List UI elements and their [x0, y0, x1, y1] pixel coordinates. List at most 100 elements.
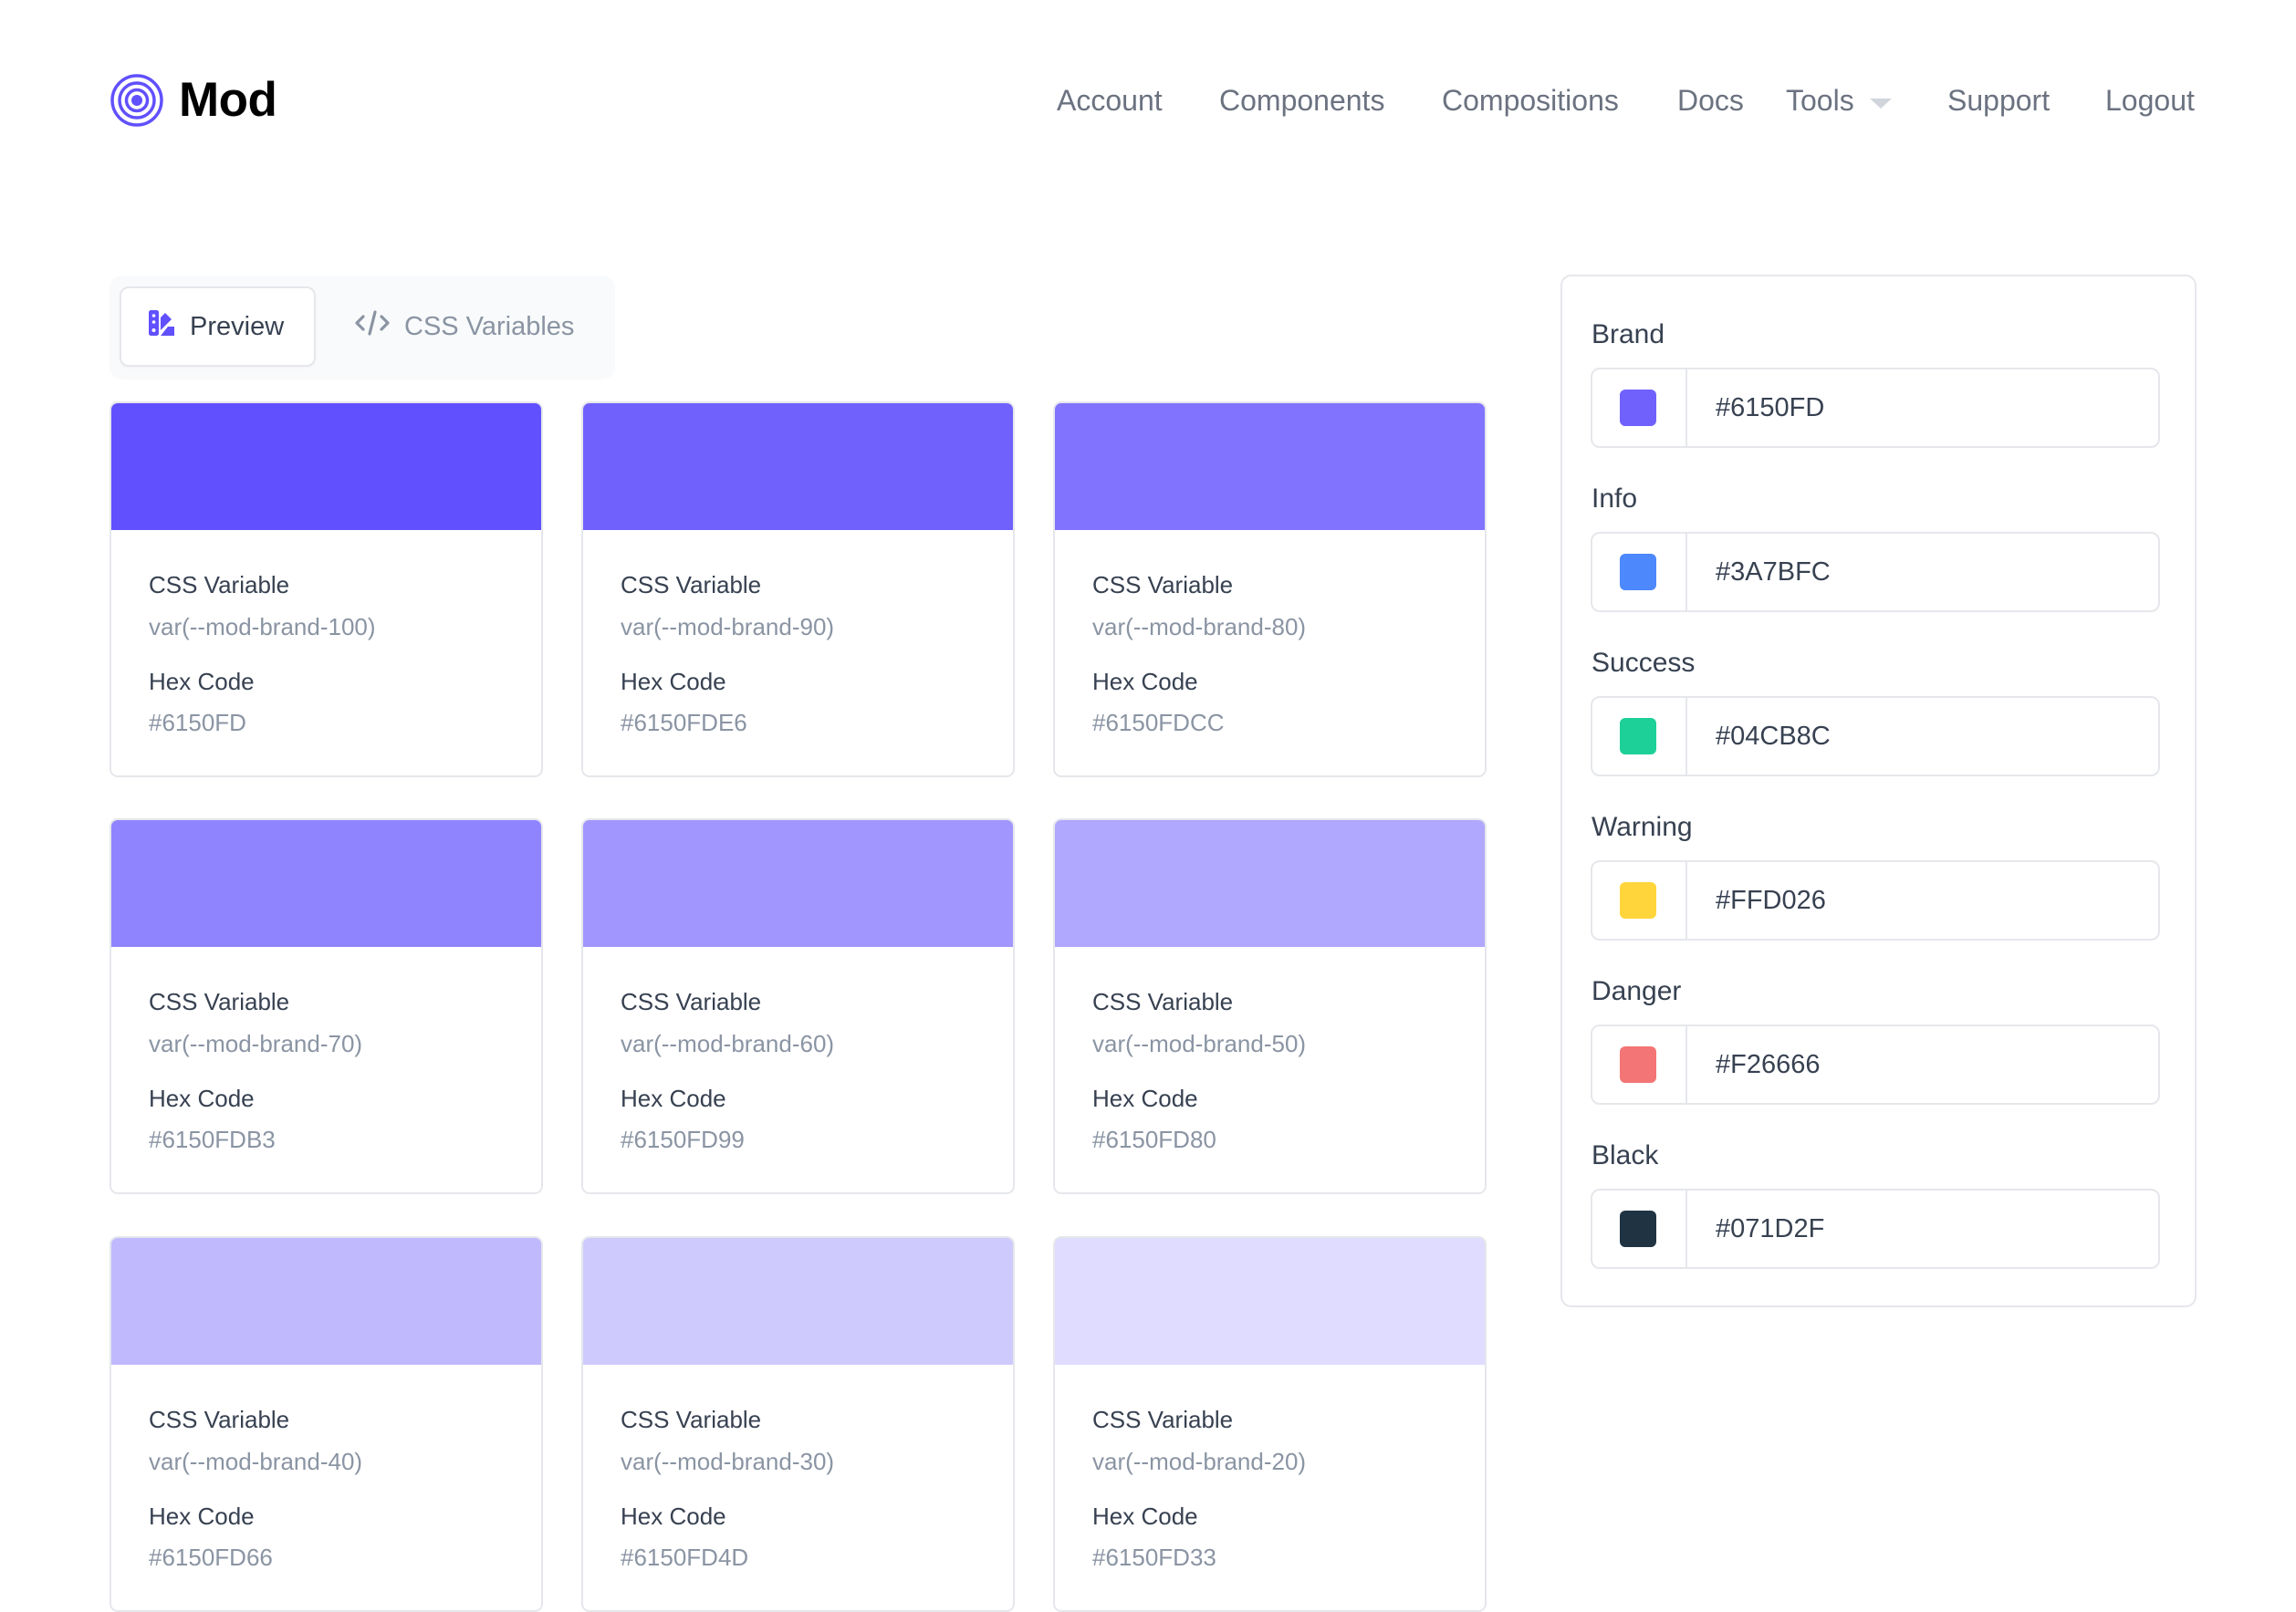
- color-picker-swatch[interactable]: [1620, 882, 1656, 919]
- hex-value[interactable]: #F26666: [1716, 1046, 1821, 1083]
- css-variable-value: var(--mod-brand-30): [621, 1448, 835, 1475]
- tab-preview-label: Preview: [190, 311, 285, 341]
- divider: [1685, 698, 1687, 775]
- view-tabs: Preview CSS Variables: [110, 276, 615, 380]
- css-variable-value: var(--mod-brand-80): [1092, 613, 1307, 640]
- color-card[interactable]: CSS Variable var(--mod-brand-100) Hex Code…: [110, 401, 543, 777]
- chevron-down-icon[interactable]: [1870, 99, 1892, 109]
- css-variable-value: var(--mod-brand-90): [621, 613, 835, 640]
- color-card[interactable]: CSS Variable var(--mod-brand-50) Hex Code #…: [1053, 818, 1487, 1194]
- nav-account[interactable]: Account: [1057, 82, 1163, 119]
- color-swatch: [1055, 820, 1485, 947]
- hex-code-label: Hex Code: [1092, 668, 1198, 695]
- css-variable-label: CSS Variable: [621, 988, 762, 1015]
- color-picker-swatch[interactable]: [1620, 554, 1656, 590]
- color-card[interactable]: CSS Variable var(--mod-brand-80) Hex Code #…: [1053, 401, 1487, 777]
- swatch-book-icon: [148, 309, 175, 344]
- css-variable-label: CSS Variable: [1092, 1406, 1234, 1433]
- color-swatch: [111, 403, 541, 530]
- color-label-success: Success: [1592, 648, 1696, 678]
- color-label-info: Info: [1592, 484, 1638, 514]
- css-variable-value: var(--mod-brand-50): [1092, 1030, 1307, 1057]
- hex-code-label: Hex Code: [1092, 1503, 1198, 1530]
- hex-code-label: Hex Code: [621, 1085, 726, 1112]
- css-variable-label: CSS Variable: [149, 571, 290, 598]
- css-variable-label: CSS Variable: [149, 988, 290, 1015]
- hex-code-label: Hex Code: [149, 1503, 255, 1530]
- color-swatch: [583, 403, 1013, 530]
- hex-value[interactable]: #071D2F: [1716, 1211, 1824, 1247]
- color-label-black: Black: [1592, 1140, 1659, 1170]
- divider: [1685, 369, 1687, 446]
- color-input-danger[interactable]: #F26666: [1591, 1024, 2160, 1105]
- css-variable-value: var(--mod-brand-100): [149, 613, 376, 640]
- mod-logo-icon[interactable]: [110, 74, 163, 127]
- hex-code-label: Hex Code: [621, 668, 726, 695]
- hex-code-value: #6150FD4D: [621, 1544, 749, 1571]
- hex-value[interactable]: #6150FD: [1716, 390, 1824, 426]
- color-input-success[interactable]: #04CB8C: [1591, 696, 2160, 776]
- css-variable-value: var(--mod-brand-70): [149, 1030, 363, 1057]
- nav-components[interactable]: Components: [1219, 82, 1384, 119]
- css-variable-label: CSS Variable: [1092, 988, 1234, 1015]
- hex-value[interactable]: #3A7BFC: [1716, 554, 1831, 590]
- color-card[interactable]: CSS Variable var(--mod-brand-30) Hex Code #…: [581, 1236, 1015, 1612]
- color-card[interactable]: CSS Variable var(--mod-brand-60) Hex Code #…: [581, 818, 1015, 1194]
- hex-code-value: #6150FD66: [149, 1544, 273, 1571]
- divider: [1685, 534, 1687, 610]
- palette-panel: Brand #6150FD Info #3A7BFC Success #04CB8C War…: [1560, 275, 2197, 1307]
- color-swatch: [583, 1238, 1013, 1365]
- nav-logout[interactable]: Logout: [2105, 82, 2195, 119]
- color-picker-swatch[interactable]: [1620, 718, 1656, 754]
- color-input-brand[interactable]: #6150FD: [1591, 368, 2160, 448]
- color-card[interactable]: CSS Variable var(--mod-brand-40) Hex Code #…: [110, 1236, 543, 1612]
- color-input-warning[interactable]: #FFD026: [1591, 860, 2160, 941]
- tab-preview[interactable]: Preview: [120, 286, 316, 367]
- hex-value[interactable]: #FFD026: [1716, 882, 1826, 919]
- hex-code-value: #6150FD: [149, 709, 246, 736]
- color-label-danger: Danger: [1592, 976, 1682, 1006]
- css-variable-label: CSS Variable: [149, 1406, 290, 1433]
- color-label-brand: Brand: [1592, 319, 1665, 349]
- brand-name[interactable]: Mod: [179, 71, 277, 130]
- hex-code-value: #6150FD99: [621, 1126, 745, 1153]
- color-label-warning: Warning: [1592, 812, 1693, 842]
- color-swatch: [583, 820, 1013, 947]
- tab-css-variables-label: CSS Variables: [404, 311, 575, 341]
- color-card[interactable]: CSS Variable var(--mod-brand-20) Hex Code #…: [1053, 1236, 1487, 1612]
- hex-code-label: Hex Code: [1092, 1085, 1198, 1112]
- hex-code-value: #6150FDCC: [1092, 709, 1225, 736]
- color-swatch: [111, 1238, 541, 1365]
- css-variable-value: var(--mod-brand-60): [621, 1030, 835, 1057]
- hex-code-label: Hex Code: [621, 1503, 726, 1530]
- hex-code-value: #6150FD33: [1092, 1544, 1216, 1571]
- divider: [1685, 1191, 1687, 1267]
- nav-tools[interactable]: Tools: [1786, 82, 1854, 119]
- css-variable-label: CSS Variable: [1092, 571, 1234, 598]
- nav-docs[interactable]: Docs: [1677, 82, 1744, 119]
- hex-code-value: #6150FDB3: [149, 1126, 276, 1153]
- color-swatch: [111, 820, 541, 947]
- css-variable-label: CSS Variable: [621, 571, 762, 598]
- hex-code-value: #6150FD80: [1092, 1126, 1216, 1153]
- hex-code-label: Hex Code: [149, 668, 255, 695]
- divider: [1685, 862, 1687, 939]
- color-card[interactable]: CSS Variable var(--mod-brand-90) Hex Code #…: [581, 401, 1015, 777]
- css-variable-value: var(--mod-brand-20): [1092, 1448, 1307, 1475]
- nav-compositions[interactable]: Compositions: [1442, 82, 1619, 119]
- color-card[interactable]: CSS Variable var(--mod-brand-70) Hex Code #…: [110, 818, 543, 1194]
- hex-value[interactable]: #04CB8C: [1716, 718, 1831, 754]
- color-picker-swatch[interactable]: [1620, 1211, 1656, 1247]
- color-input-info[interactable]: #3A7BFC: [1591, 532, 2160, 612]
- hex-code-label: Hex Code: [149, 1085, 255, 1112]
- color-swatch: [1055, 403, 1485, 530]
- nav-support[interactable]: Support: [1947, 82, 2050, 119]
- color-picker-swatch[interactable]: [1620, 390, 1656, 426]
- color-swatch: [1055, 1238, 1485, 1365]
- tab-css-variables[interactable]: CSS Variables: [352, 286, 599, 367]
- color-input-black[interactable]: #071D2F: [1591, 1189, 2160, 1269]
- color-picker-swatch[interactable]: [1620, 1046, 1656, 1083]
- hex-code-value: #6150FDE6: [621, 709, 747, 736]
- divider: [1685, 1026, 1687, 1103]
- css-variable-label: CSS Variable: [621, 1406, 762, 1433]
